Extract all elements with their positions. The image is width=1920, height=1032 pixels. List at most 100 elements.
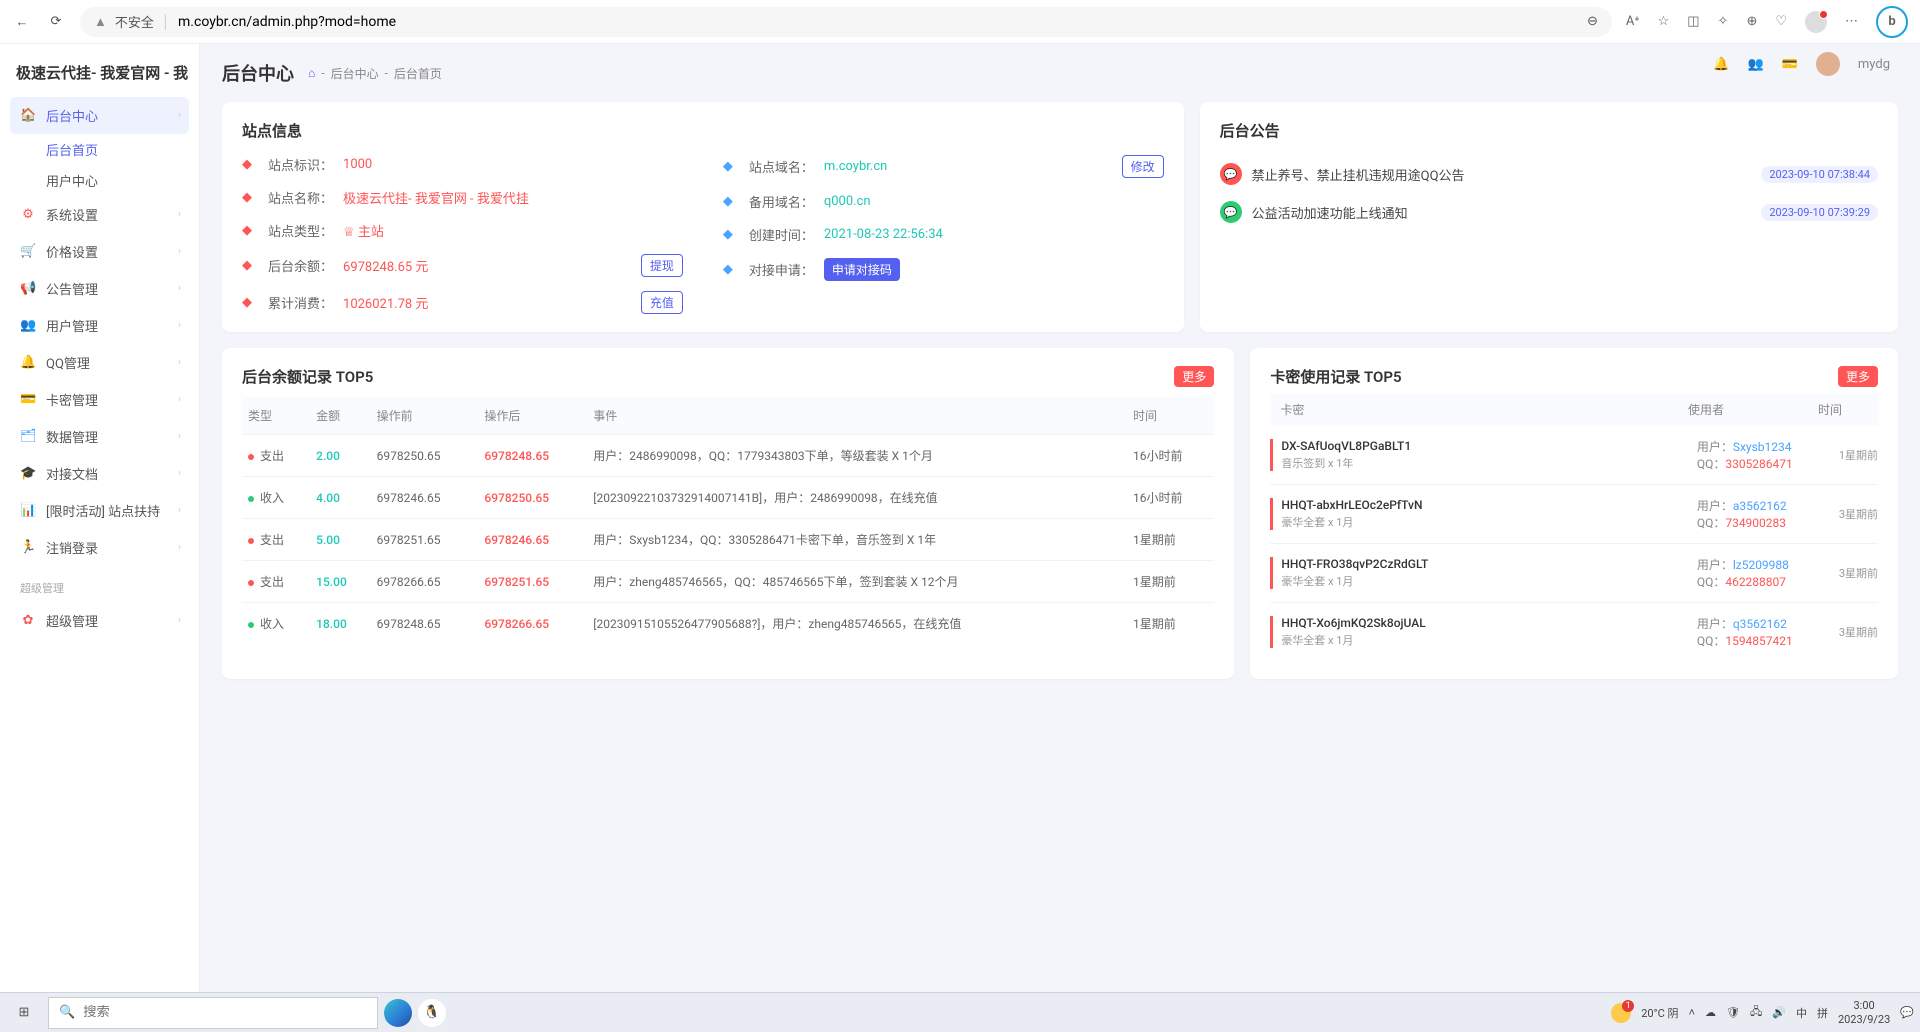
back-button[interactable]: ← xyxy=(12,12,32,32)
weather-text[interactable]: 20°C 阴 xyxy=(1641,1005,1678,1021)
page-header: 后台中心 ⌂- 后台中心- 后台首页 xyxy=(222,60,1898,86)
taskbar: ⊞ 🔍 🐧 20°C 阴 ˄ ☁ 🛡 🖧 🔊 中 拼 3:00 2023/9/2… xyxy=(0,992,1920,1032)
info-icon: ◆ xyxy=(723,227,739,242)
breadcrumb: ⌂- 后台中心- 后台首页 xyxy=(308,65,442,82)
balance-more-button[interactable]: 更多 xyxy=(1174,366,1214,387)
home-icon[interactable]: ⌂ xyxy=(308,66,315,80)
refresh-button[interactable]: ⟳ xyxy=(46,12,66,32)
security-icon[interactable]: 🛡 xyxy=(1726,1006,1740,1019)
start-button[interactable]: ⊞ xyxy=(6,997,42,1029)
ime-mode[interactable]: 拼 xyxy=(1817,1005,1828,1021)
menu-icon: 🏠 xyxy=(20,108,36,123)
menu-icon: 🛒 xyxy=(20,244,36,259)
favorites-bar-icon[interactable]: ✧ xyxy=(1718,14,1729,29)
sidebar-item[interactable]: 💳卡密管理› xyxy=(10,381,189,418)
sidebar-subitem[interactable]: 用户中心 xyxy=(46,165,189,196)
chevron-right-icon: › xyxy=(178,468,181,479)
system-tray: 20°C 阴 ˄ ☁ 🛡 🖧 🔊 中 拼 3:00 2023/9/23 💬 xyxy=(1611,999,1914,1025)
bulletin-item[interactable]: 💬禁止养号、禁止挂机违规用途QQ公告2023-09-10 07:38:44 xyxy=(1220,155,1878,193)
chevron-right-icon: › xyxy=(178,246,181,257)
info-row: ◆创建时间：2021-08-23 22:56:34 xyxy=(723,225,1164,244)
username[interactable]: mydg xyxy=(1858,57,1890,72)
info-row: ◆站点域名：m.coybr.cn修改 xyxy=(723,155,1164,178)
sidebar-item[interactable]: 🛒价格设置› xyxy=(10,233,189,270)
weather-icon[interactable] xyxy=(1611,1003,1631,1023)
action-button[interactable]: 提现 xyxy=(641,254,683,277)
address-bar[interactable]: ▲ 不安全 │ ⊖ xyxy=(80,7,1612,37)
info-row: ◆站点名称：极速云代挂- 我爱官网 - 我爱代挂 xyxy=(242,188,683,207)
sidebar-item[interactable]: 🏃注销登录› xyxy=(10,529,189,566)
km-row: DX-SAfUoqVL8PGaBLT1音乐签到 x 1年用户：Sxysb1234… xyxy=(1270,426,1878,484)
chevron-right-icon: › xyxy=(178,209,181,220)
sidebar-item[interactable]: 🗂数据管理› xyxy=(10,418,189,455)
volume-icon[interactable]: 🔊 xyxy=(1772,1006,1786,1019)
info-icon: ◆ xyxy=(242,295,258,310)
apply-code-button[interactable]: 申请对接码 xyxy=(824,258,900,281)
more-icon[interactable]: ⋯ xyxy=(1845,14,1858,29)
info-row: ◆累计消费：1026021.78 元充值 xyxy=(242,291,683,314)
performance-icon[interactable]: ♡ xyxy=(1775,14,1787,29)
info-row: ◆后台余额：6978248.65 元提现 xyxy=(242,254,683,277)
sidebar-item[interactable]: ⚙系统设置› xyxy=(10,196,189,233)
collections-icon[interactable]: ⊕ xyxy=(1746,14,1757,29)
km-row: HHQT-Xo6jmKQ2Sk8ojUAL豪华全套 x 1月用户：q356216… xyxy=(1270,602,1878,661)
notifications-icon[interactable]: 💬 xyxy=(1900,1006,1914,1019)
zoom-icon[interactable]: ⊖ xyxy=(1587,14,1598,29)
bell-icon[interactable]: 🔔 xyxy=(1713,57,1729,72)
menu-icon: 🎓 xyxy=(20,466,36,481)
app-header-actions: 🔔 👥 💳 mydg xyxy=(1713,52,1890,76)
chevron-right-icon: › xyxy=(178,542,181,553)
browser-actions: A⁺ ☆ ◫ ✧ ⊕ ♡ ⋯ b xyxy=(1626,6,1908,38)
bulletin-icon: 💬 xyxy=(1220,201,1242,223)
menu-icon: 🔔 xyxy=(20,355,36,370)
sidebar: 极速云代挂- 我爱官网 - 我 🏠后台中心›后台首页用户中心⚙系统设置›🛒价格设… xyxy=(0,44,200,992)
sidebar-subitem[interactable]: 后台首页 xyxy=(46,134,189,165)
bulletin-item[interactable]: 💬公益活动加速功能上线通知2023-09-10 07:39:29 xyxy=(1220,193,1878,231)
sidebar-item-super[interactable]: ✿ 超级管理 › xyxy=(10,602,189,639)
info-icon: ◆ xyxy=(723,159,739,174)
user-avatar[interactable] xyxy=(1816,52,1840,76)
page-title: 后台中心 xyxy=(222,60,294,86)
taskbar-search[interactable]: 🔍 xyxy=(48,997,378,1029)
ime-lang[interactable]: 中 xyxy=(1796,1005,1807,1021)
bing-icon[interactable]: b xyxy=(1876,6,1908,38)
bulletin-card: 后台公告 💬禁止养号、禁止挂机违规用途QQ公告2023-09-10 07:38:… xyxy=(1200,102,1898,332)
card-icon[interactable]: 💳 xyxy=(1782,57,1798,72)
text-size-icon[interactable]: A⁺ xyxy=(1626,14,1640,29)
url-input[interactable] xyxy=(178,14,1579,30)
sidebar-item[interactable]: 👥用户管理› xyxy=(10,307,189,344)
info-icon: ◆ xyxy=(242,258,258,273)
split-icon[interactable]: ◫ xyxy=(1687,14,1699,29)
browser-toolbar: ← ⟳ ▲ 不安全 │ ⊖ A⁺ ☆ ◫ ✧ ⊕ ♡ ⋯ b xyxy=(0,0,1920,44)
sidebar-item[interactable]: 🎓对接文档› xyxy=(10,455,189,492)
action-button[interactable]: 充值 xyxy=(641,291,683,314)
menu-icon: 💳 xyxy=(20,392,36,407)
tray-chevron-icon[interactable]: ˄ xyxy=(1689,1006,1695,1019)
edge-icon[interactable] xyxy=(384,999,412,1027)
km-row: HHQT-abxHrLEOc2ePfTvN豪华全套 x 1月用户：a356216… xyxy=(1270,484,1878,543)
network-icon[interactable]: 🖧 xyxy=(1750,1003,1762,1022)
info-row: ◆对接申请：申请对接码 xyxy=(723,258,1164,281)
menu-icon: 📊 xyxy=(20,503,36,518)
onedrive-icon[interactable]: ☁ xyxy=(1705,1006,1716,1019)
menu-icon: ⚙ xyxy=(20,207,36,222)
sidebar-item[interactable]: 📊[限时活动] 站点扶持› xyxy=(10,492,189,529)
sidebar-item[interactable]: 🏠后台中心› xyxy=(10,97,189,134)
chevron-right-icon: › xyxy=(178,394,181,405)
menu-icon: 🏃 xyxy=(20,540,36,555)
sidebar-item[interactable]: 📢公告管理› xyxy=(10,270,189,307)
qq-icon[interactable]: 🐧 xyxy=(418,999,446,1027)
profile-avatar[interactable] xyxy=(1805,11,1827,33)
users-icon[interactable]: 👥 xyxy=(1748,57,1764,72)
taskbar-search-input[interactable] xyxy=(83,1005,367,1020)
favorite-icon[interactable]: ☆ xyxy=(1658,14,1670,29)
km-log-card: 卡密使用记录 TOP5 更多 卡密 使用者 时间 DX-SAfUoqVL8PGa… xyxy=(1250,348,1898,679)
info-icon: ◆ xyxy=(242,190,258,205)
km-more-button[interactable]: 更多 xyxy=(1838,366,1878,387)
sidebar-item[interactable]: 🔔QQ管理› xyxy=(10,344,189,381)
info-icon: ◆ xyxy=(723,262,739,277)
action-button[interactable]: 修改 xyxy=(1122,155,1164,178)
site-info-card: 站点信息 ◆站点标识：1000◆站点名称：极速云代挂- 我爱官网 - 我爱代挂◆… xyxy=(222,102,1184,332)
clock[interactable]: 3:00 2023/9/23 xyxy=(1838,999,1890,1025)
chevron-right-icon: › xyxy=(178,357,181,368)
